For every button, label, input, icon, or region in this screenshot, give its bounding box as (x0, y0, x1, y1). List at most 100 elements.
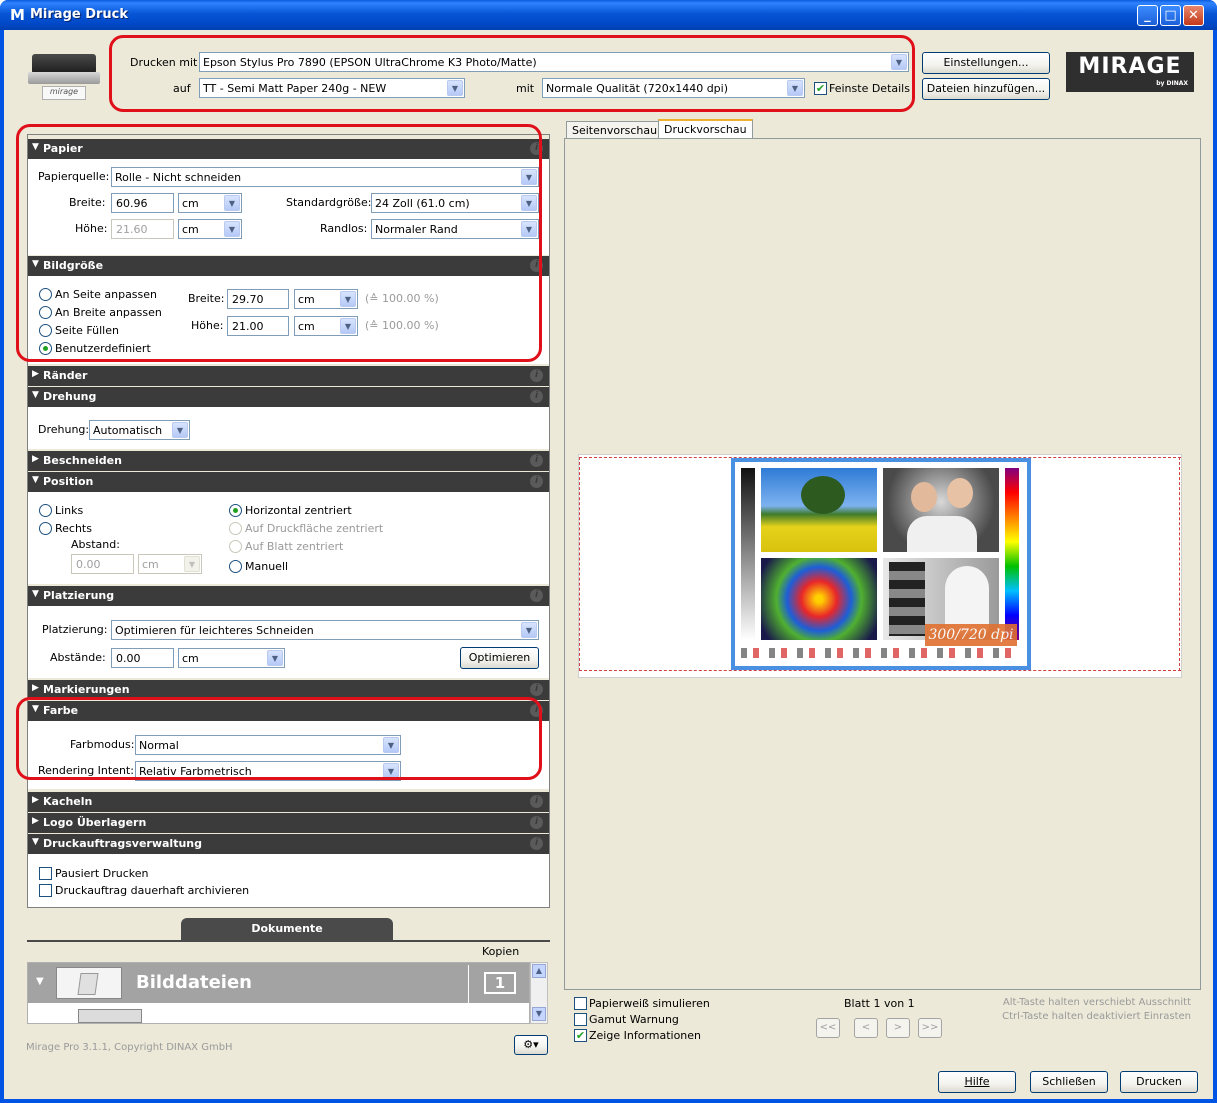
section-papier-header[interactable]: ▼ Papier i (28, 139, 549, 159)
fit-width-label: An Breite anpassen (55, 306, 162, 319)
rendering-intent-select[interactable]: Relativ Farbmetrisch ▼ (135, 761, 401, 781)
standard-size-select[interactable]: 24 Zoll (61.0 cm) ▼ (371, 193, 539, 213)
tab-print-preview[interactable]: Druckvorschau (658, 119, 753, 139)
media-select[interactable]: TT - Semi Matt Paper 240g - NEW ▼ (199, 78, 465, 98)
section-raender-header[interactable]: ▶ Ränder i (28, 366, 549, 386)
gear-icon[interactable]: ⚙▾ (514, 1035, 548, 1055)
manual-position-radio[interactable] (229, 560, 242, 573)
next-page-button[interactable]: > (886, 1018, 910, 1038)
help-button[interactable]: Hilfe (938, 1071, 1016, 1093)
expand-icon[interactable]: ▼ (36, 976, 44, 987)
paper-width-label: Breite: (69, 196, 106, 209)
section-logo-header[interactable]: ▶ Logo Überlagern i (28, 813, 549, 833)
section-position-header[interactable]: ▼ Position i (28, 472, 549, 492)
borderless-value: Normaler Rand (375, 223, 458, 236)
section-farbe-header[interactable]: ▼ Farbe i (28, 701, 549, 721)
section-drehung-header[interactable]: ▼ Drehung i (28, 387, 549, 407)
copyright-text: Mirage Pro 3.1.1, Copyright DINAX GmbH (26, 1042, 233, 1053)
document-group-row[interactable]: ▼ Bilddateien 1 (28, 963, 529, 1003)
simulate-paper-white-checkbox[interactable] (574, 997, 587, 1010)
pause-printing-checkbox[interactable] (39, 867, 52, 880)
settings-button[interactable]: Einstellungen... (922, 52, 1050, 74)
position-left-label: Links (55, 504, 84, 517)
fill-page-radio[interactable] (39, 324, 52, 337)
fit-page-radio[interactable] (39, 288, 52, 301)
image-width-unit-select[interactable]: cm ▼ (294, 289, 358, 309)
maximize-button[interactable]: □ (1160, 5, 1181, 26)
archive-job-checkbox[interactable] (39, 884, 52, 897)
image-height-input[interactable]: 21.00 (227, 316, 289, 336)
optimize-button[interactable]: Optimieren (460, 647, 539, 669)
info-icon: i (530, 369, 543, 382)
prev-page-button[interactable]: < (854, 1018, 878, 1038)
show-info-checkbox[interactable]: ✔ (574, 1029, 587, 1042)
section-bildgroesse-body: An Seite anpassen An Breite anpassen Sei… (28, 276, 549, 364)
scroll-down-icon[interactable]: ▼ (532, 1007, 546, 1021)
gap-unit-select[interactable]: cm ▼ (178, 648, 285, 668)
custom-size-radio[interactable] (39, 342, 52, 355)
position-right-radio[interactable] (39, 522, 52, 535)
gap-input[interactable]: 0.00 (111, 648, 174, 668)
section-platzierung-header[interactable]: ▼ Platzierung i (28, 586, 549, 606)
section-bildgroesse-header[interactable]: ▼ Bildgröße i (28, 256, 549, 276)
image-height-unit-select[interactable]: cm ▼ (294, 316, 358, 336)
chevron-down-icon: ▼ (184, 556, 200, 572)
fit-width-radio[interactable] (39, 306, 52, 319)
paper-width-input[interactable]: 60.96 (111, 193, 174, 213)
chevron-down-icon: ▼ (521, 221, 537, 237)
close-button[interactable]: Schließen (1030, 1071, 1108, 1093)
document-thumbnail[interactable] (78, 1009, 142, 1023)
documents-tab[interactable]: Dokumente (181, 918, 393, 940)
section-markierungen-header[interactable]: ▶ Markierungen i (28, 680, 549, 700)
info-icon: i (530, 683, 543, 696)
add-files-button[interactable]: Dateien hinzufügen... (922, 78, 1050, 100)
printer-select[interactable]: Epson Stylus Pro 7890 (EPSON UltraChrome… (199, 52, 909, 72)
copies-header: Kopien (482, 945, 520, 958)
chevron-down-icon: ▼ (521, 195, 537, 211)
color-mode-label: Farbmodus: (70, 738, 135, 751)
rotation-select[interactable]: Automatisch ▼ (89, 420, 190, 440)
paper-source-select[interactable]: Rolle - Nicht schneiden ▼ (111, 167, 539, 187)
paper-height-unit-select[interactable]: cm ▼ (178, 219, 242, 239)
paper-width-unit-select[interactable]: cm ▼ (178, 193, 242, 213)
section-kacheln-header[interactable]: ▶ Kacheln i (28, 792, 549, 812)
print-button[interactable]: Drucken (1120, 1071, 1198, 1093)
folder-icon (56, 967, 122, 999)
position-distance-label: Abstand: (71, 538, 120, 551)
close-window-button[interactable]: ✕ (1183, 5, 1204, 26)
last-page-button[interactable]: >> (918, 1018, 942, 1038)
tab-page-preview[interactable]: Seitenvorschau (566, 121, 664, 139)
section-beschneiden-header[interactable]: ▶ Beschneiden i (28, 451, 549, 471)
section-farbe-title: Farbe (43, 704, 79, 717)
section-drehung-title: Drehung (43, 390, 97, 403)
position-distance-unit-select[interactable]: cm ▼ (138, 554, 202, 574)
placement-select[interactable]: Optimieren für leichteres Schneiden ▼ (111, 620, 539, 640)
chevron-down-icon: ▼ (224, 195, 240, 211)
fine-details-checkbox[interactable]: ✔ (814, 82, 827, 95)
position-left-radio[interactable] (39, 504, 52, 517)
borderless-select[interactable]: Normaler Rand ▼ (371, 219, 539, 239)
photo-tree (761, 468, 877, 552)
horizontal-center-radio[interactable] (229, 504, 242, 517)
image-width-input[interactable]: 29.70 (227, 289, 289, 309)
custom-size-label: Benutzerdefiniert (55, 342, 151, 355)
document-list-scrollbar[interactable]: ▲ ▼ (530, 962, 548, 1024)
color-mode-select[interactable]: Normal ▼ (135, 735, 401, 755)
position-distance-input[interactable]: 0.00 (71, 554, 134, 574)
quality-select[interactable]: Normale Qualität (720x1440 dpi) ▼ (542, 78, 805, 98)
section-job-header[interactable]: ▼ Druckauftragsverwaltung i (28, 834, 549, 854)
title-bar[interactable]: M Mirage Druck _ □ ✕ (0, 0, 1217, 30)
preview-footer: Papierweiß simulieren Gamut Warnung ✔ Ze… (564, 990, 1201, 1050)
print-image[interactable]: 300/720 dpi (731, 458, 1031, 670)
scroll-up-icon[interactable]: ▲ (532, 964, 546, 978)
first-page-button[interactable]: << (816, 1018, 840, 1038)
minimize-button[interactable]: _ (1137, 5, 1158, 26)
app-window: M Mirage Druck _ □ ✕ mirage Drucken mit … (0, 0, 1217, 1103)
print-area-center-radio[interactable] (229, 522, 242, 535)
gamut-warning-checkbox[interactable] (574, 1013, 587, 1026)
copies-count[interactable]: 1 (484, 972, 516, 994)
paper-height-input[interactable]: 21.60 (111, 219, 174, 239)
sheet-center-radio[interactable] (229, 540, 242, 553)
highlight-box-printer (109, 35, 915, 112)
rotation-value: Automatisch (93, 424, 163, 437)
